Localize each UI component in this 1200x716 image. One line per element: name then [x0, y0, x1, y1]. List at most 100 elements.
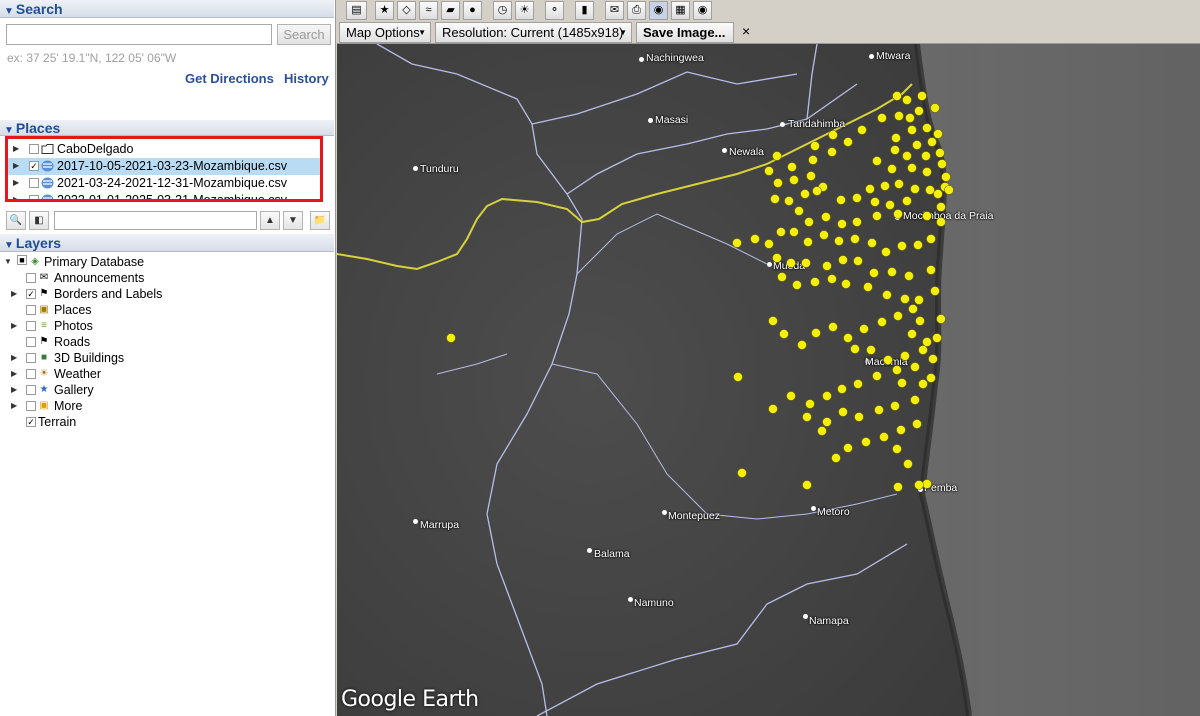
historical-imagery-icon[interactable]: ◷	[493, 1, 512, 20]
event-marker-icon[interactable]	[786, 391, 796, 401]
event-marker-icon[interactable]	[933, 189, 943, 199]
tour-icon[interactable]: ●	[463, 1, 482, 20]
event-marker-icon[interactable]	[853, 256, 863, 266]
event-marker-icon[interactable]	[750, 234, 760, 244]
event-marker-icon[interactable]	[900, 351, 910, 361]
event-marker-icon[interactable]	[907, 163, 917, 173]
folder-open-button[interactable]: 📁	[310, 211, 330, 230]
event-marker-icon[interactable]	[806, 171, 816, 181]
event-marker-icon[interactable]	[764, 166, 774, 176]
event-marker-icon[interactable]	[879, 432, 889, 442]
event-marker-icon[interactable]	[852, 217, 862, 227]
polygon-icon[interactable]: ◇	[397, 1, 416, 20]
event-marker-icon[interactable]	[890, 401, 900, 411]
event-marker-icon[interactable]	[772, 253, 782, 263]
save-image-button[interactable]: Save Image...	[636, 22, 734, 43]
layer-checkbox[interactable]: ■	[17, 255, 27, 265]
event-marker-icon[interactable]	[944, 185, 954, 195]
event-marker-icon[interactable]	[857, 125, 867, 135]
event-marker-icon[interactable]	[786, 258, 796, 268]
event-marker-icon[interactable]	[789, 227, 799, 237]
event-marker-icon[interactable]	[827, 274, 837, 284]
event-marker-icon[interactable]	[865, 184, 875, 194]
event-marker-icon[interactable]	[797, 340, 807, 350]
event-marker-icon[interactable]	[887, 164, 897, 174]
event-marker-icon[interactable]	[764, 239, 774, 249]
event-marker-icon[interactable]	[772, 151, 782, 161]
event-marker-icon[interactable]	[800, 189, 810, 199]
event-marker-icon[interactable]	[801, 258, 811, 268]
event-marker-icon[interactable]	[811, 328, 821, 338]
event-marker-icon[interactable]	[941, 172, 951, 182]
event-marker-icon[interactable]	[892, 365, 902, 375]
event-marker-icon[interactable]	[913, 240, 923, 250]
event-marker-icon[interactable]	[928, 354, 938, 364]
event-marker-icon[interactable]	[922, 123, 932, 133]
print-icon[interactable]: ⎙	[627, 1, 646, 20]
layer-checkbox[interactable]	[26, 353, 36, 363]
event-marker-icon[interactable]	[915, 316, 925, 326]
event-marker-icon[interactable]	[894, 179, 904, 189]
event-marker-icon[interactable]	[810, 141, 820, 151]
event-marker-icon[interactable]	[892, 444, 902, 454]
event-marker-icon[interactable]	[893, 209, 903, 219]
path-icon[interactable]: ≈	[419, 1, 438, 20]
expand-arrow-icon[interactable]: ▶	[13, 158, 19, 174]
event-marker-icon[interactable]	[922, 167, 932, 177]
event-marker-icon[interactable]	[925, 185, 935, 195]
event-marker-icon[interactable]	[891, 133, 901, 143]
event-marker-icon[interactable]	[863, 282, 873, 292]
move-down-button[interactable]: ▼	[283, 211, 303, 230]
map-view[interactable]: Nachingwea Mtwara Masasi Tandahimba Newa…	[337, 44, 1200, 716]
event-marker-icon[interactable]	[910, 184, 920, 194]
event-marker-icon[interactable]	[843, 333, 853, 343]
event-marker-icon[interactable]	[930, 103, 940, 113]
event-marker-icon[interactable]	[937, 159, 947, 169]
event-marker-icon[interactable]	[817, 426, 827, 436]
event-marker-icon[interactable]	[822, 391, 832, 401]
event-marker-icon[interactable]	[902, 151, 912, 161]
event-marker-icon[interactable]	[926, 265, 936, 275]
event-marker-icon[interactable]	[932, 333, 942, 343]
event-marker-icon[interactable]	[893, 311, 903, 321]
event-marker-icon[interactable]	[777, 272, 787, 282]
event-marker-icon[interactable]	[852, 193, 862, 203]
search-panel-header[interactable]: ▼ Search	[0, 0, 334, 18]
map-options-dropdown[interactable]: Map Options ▼	[339, 22, 431, 43]
event-marker-icon[interactable]	[794, 206, 804, 216]
event-marker-icon[interactable]	[789, 175, 799, 185]
event-marker-icon[interactable]	[874, 405, 884, 415]
places-panel-header[interactable]: ▼ Places	[0, 120, 334, 136]
event-marker-icon[interactable]	[841, 279, 851, 289]
event-marker-icon[interactable]	[912, 140, 922, 150]
event-marker-icon[interactable]	[936, 314, 946, 324]
event-marker-icon[interactable]	[892, 91, 902, 101]
event-marker-icon[interactable]	[926, 373, 936, 383]
event-marker-icon[interactable]	[908, 304, 918, 314]
event-marker-icon[interactable]	[903, 459, 913, 469]
collapse-triangle-icon[interactable]: ▼	[4, 3, 14, 21]
expand-arrow-icon[interactable]: ▶	[13, 192, 19, 199]
event-marker-icon[interactable]	[935, 148, 945, 158]
event-marker-icon[interactable]	[802, 412, 812, 422]
expand-arrow-icon[interactable]: ▶	[11, 286, 17, 302]
event-marker-icon[interactable]	[890, 145, 900, 155]
event-marker-icon[interactable]	[768, 316, 778, 326]
event-marker-icon[interactable]	[930, 286, 940, 296]
event-marker-icon[interactable]	[914, 480, 924, 490]
event-marker-icon[interactable]	[850, 344, 860, 354]
expand-arrow-icon[interactable]: ▶	[11, 382, 17, 398]
search-input[interactable]	[6, 24, 272, 45]
event-marker-icon[interactable]	[837, 384, 847, 394]
event-marker-icon[interactable]	[918, 379, 928, 389]
placemark-icon[interactable]: ★	[375, 1, 394, 20]
event-marker-icon[interactable]	[917, 91, 927, 101]
event-marker-icon[interactable]	[787, 162, 797, 172]
expand-arrow-icon[interactable]: ▼	[4, 254, 12, 270]
expand-arrow-icon[interactable]: ▶	[13, 141, 19, 157]
collapse-triangle-icon[interactable]: ▼	[4, 237, 14, 255]
event-marker-icon[interactable]	[922, 337, 932, 347]
place-checkbox[interactable]	[29, 144, 39, 154]
event-marker-icon[interactable]	[854, 412, 864, 422]
event-marker-icon[interactable]	[843, 137, 853, 147]
